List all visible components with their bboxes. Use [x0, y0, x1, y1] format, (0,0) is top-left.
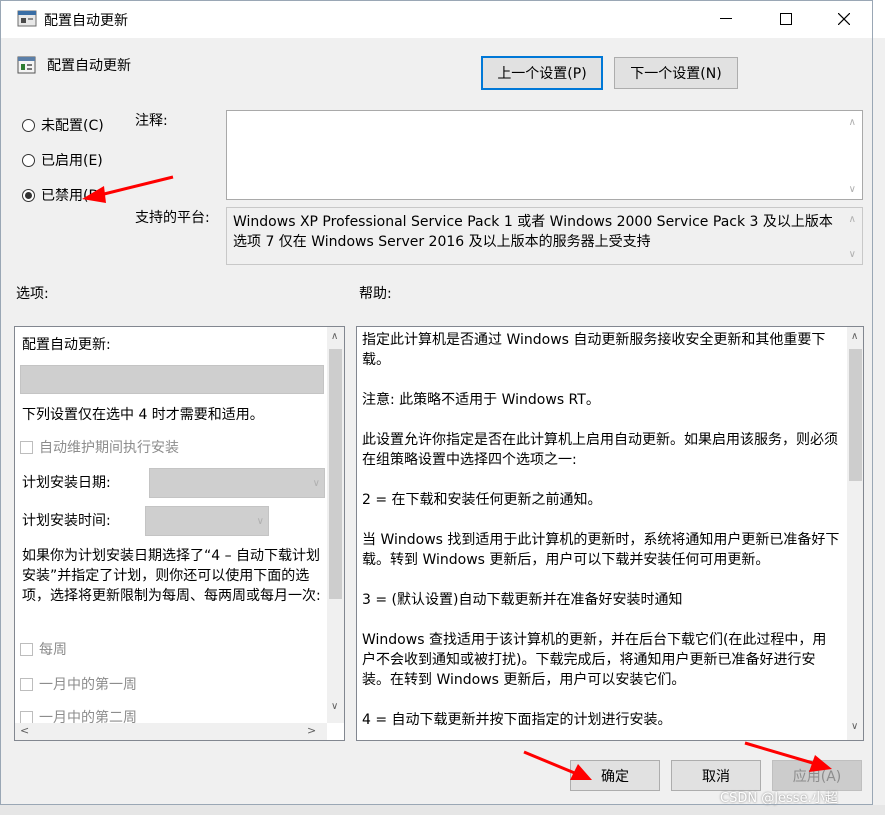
weekly-label: 每周 — [39, 642, 67, 658]
auto-update-mode-combo[interactable] — [20, 365, 324, 394]
ok-button[interactable]: 确定 — [570, 760, 660, 791]
schedule-time-combo[interactable]: ∨ — [145, 506, 269, 536]
maintenance-install-option[interactable]: 自动维护期间执行安装 — [20, 437, 179, 457]
schedule-day-combo[interactable]: ∨ — [149, 468, 325, 498]
help-paragraph: Windows 查找适用于该计算机的更新，并在后台下载它们(在此过程中，用户不会… — [362, 632, 827, 688]
help-paragraph: 注意: 此策略不适用于 Windows RT。 — [362, 392, 600, 408]
maximize-icon — [780, 13, 792, 25]
help-title: 帮助: — [359, 286, 392, 302]
checkbox[interactable] — [20, 710, 33, 724]
help-scrollbar[interactable]: ∧ ∨ — [847, 327, 863, 740]
help-paragraph: 此设置允许你指定是否在此计算机上启用自动更新。如果启用该服务，则必须在组策略设置… — [362, 432, 838, 468]
options-note: 下列设置仅在选中 4 时才需要和适用。 — [22, 407, 264, 423]
scroll-up-icon[interactable]: ∧ — [331, 331, 338, 342]
options-title: 选项: — [16, 286, 49, 302]
schedule-day-label: 计划安装日期: — [22, 475, 111, 491]
options-pane: 配置自动更新: 下列设置仅在选中 4 时才需要和适用。 自动维护期间执行安装 计… — [14, 326, 345, 741]
options-scrollbar[interactable]: ∧ ∨ — [327, 327, 344, 723]
scroll-right-icon[interactable]: > — [307, 724, 316, 737]
radio-not-configured[interactable]: 未配置(C) — [22, 115, 104, 135]
comment-textarea[interactable]: ∧ ∨ — [226, 110, 863, 200]
scroll-down-icon[interactable]: ∨ — [849, 249, 856, 260]
minimize-icon — [720, 18, 732, 19]
options-heading: 配置自动更新: — [22, 337, 111, 353]
weekly-option[interactable]: 每周 — [20, 639, 67, 659]
help-paragraph: 当 Windows 找到适用于此计算机的更新时，系统将通知用户更新已准备好下载。… — [362, 532, 840, 568]
comment-label: 注释: — [135, 113, 168, 129]
help-paragraph: 4 = 自动下载更新并按下面指定的计划进行安装。 — [362, 712, 672, 728]
maintenance-install-label: 自动维护期间执行安装 — [39, 440, 179, 456]
help-pane: 指定此计算机是否通过 Windows 自动更新服务接收安全更新和其他重要下载。 … — [356, 326, 864, 741]
schedule-paragraph: 如果你为计划安装日期选择了“4 – 自动下载计划安装”并指定了计划，则你还可以使… — [22, 548, 321, 604]
checkbox[interactable] — [20, 642, 33, 656]
radio-label: 未配置(C) — [41, 118, 104, 134]
title-bar: 配置自动更新 — [0, 0, 885, 38]
watermark-text: CSDN @Jesse.小超 — [720, 791, 838, 806]
radio-circle[interactable] — [22, 118, 35, 132]
radio-enabled[interactable]: 已启用(E) — [22, 150, 103, 170]
window-title: 配置自动更新 — [44, 13, 128, 29]
scroll-up-icon[interactable]: ∧ — [849, 117, 856, 128]
policy-name: 配置自动更新 — [47, 58, 131, 74]
help-text: 指定此计算机是否通过 Windows 自动更新服务接收安全更新和其他重要下载。 … — [362, 330, 840, 740]
radio-label: 已启用(E) — [41, 153, 103, 169]
help-paragraph: 2 = 在下载和安装任何更新之前通知。 — [362, 492, 602, 508]
chevron-down-icon: ∨ — [312, 478, 320, 489]
checkbox[interactable] — [20, 440, 33, 454]
maximize-button[interactable] — [757, 0, 815, 38]
minimize-button[interactable] — [697, 0, 755, 38]
first-week-option[interactable]: 一月中的第一周 — [20, 674, 137, 694]
supported-platforms-text: Windows XP Professional Service Pack 1 或… — [233, 214, 833, 250]
first-week-label: 一月中的第一周 — [39, 677, 137, 693]
comment-value — [227, 111, 847, 199]
chevron-down-icon: ∨ — [256, 516, 264, 527]
supported-label: 支持的平台: — [135, 210, 210, 226]
help-paragraph: 3 = (默认设置)自动下载更新并在准备好安装时通知 — [362, 592, 683, 608]
scroll-down-icon[interactable]: ∨ — [849, 184, 856, 195]
radio-disabled[interactable]: 已禁用(D) — [22, 185, 105, 205]
policy-window-icon — [17, 10, 37, 27]
scroll-up-icon[interactable]: ∧ — [851, 331, 858, 342]
radio-label: 已禁用(D) — [41, 188, 105, 204]
radio-circle[interactable] — [22, 188, 35, 202]
scroll-up-icon[interactable]: ∧ — [849, 214, 856, 225]
close-icon — [838, 13, 850, 25]
schedule-time-label: 计划安装时间: — [22, 513, 111, 529]
scrollbar-thumb[interactable] — [329, 349, 342, 599]
background-window-strip — [0, 805, 885, 815]
close-button[interactable] — [815, 0, 873, 38]
scroll-down-icon[interactable]: ∨ — [851, 721, 858, 732]
help-paragraph: 指定此计算机是否通过 Windows 自动更新服务接收安全更新和其他重要下载。 — [362, 332, 826, 368]
radio-circle[interactable] — [22, 153, 35, 167]
scroll-down-icon[interactable]: ∨ — [331, 701, 338, 712]
options-hscrollbar[interactable]: < > — [15, 723, 327, 740]
scrollbar-thumb[interactable] — [849, 349, 862, 481]
previous-setting-button[interactable]: 上一个设置(P) — [481, 56, 603, 90]
radio-selected-dot — [25, 191, 32, 199]
supported-platforms-box: Windows XP Professional Service Pack 1 或… — [226, 207, 863, 265]
policy-setting-icon — [17, 56, 36, 74]
checkbox[interactable] — [20, 677, 33, 691]
scroll-left-icon[interactable]: < — [20, 724, 29, 737]
next-setting-button[interactable]: 下一个设置(N) — [614, 57, 738, 89]
